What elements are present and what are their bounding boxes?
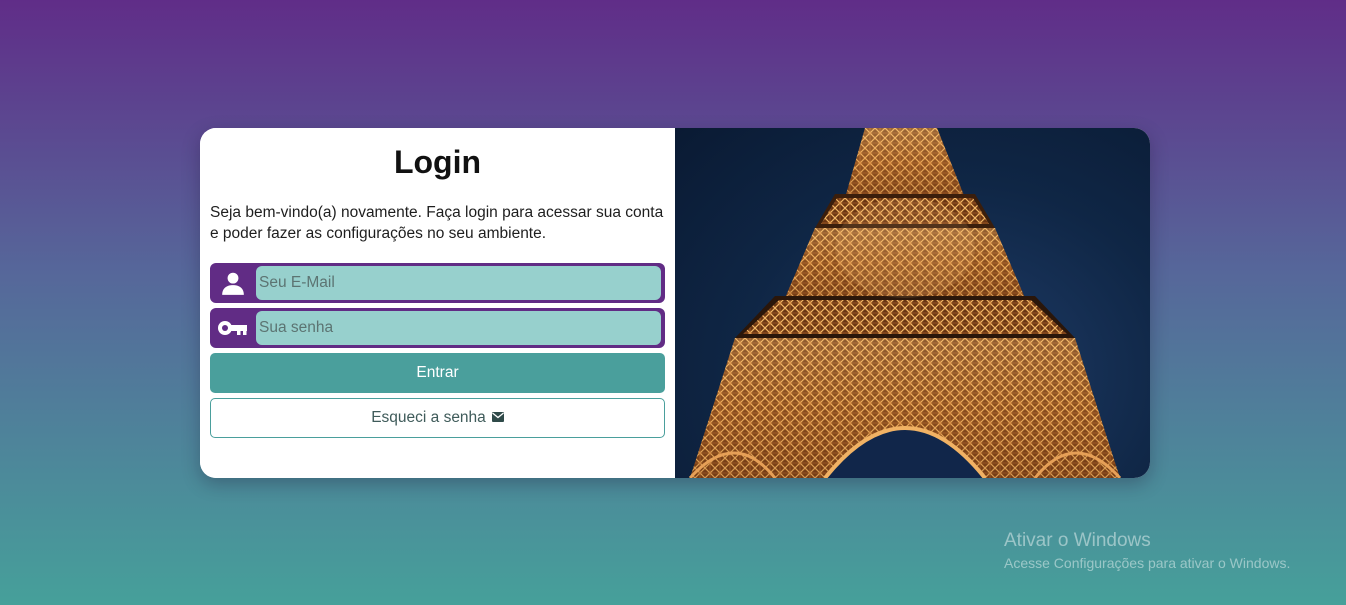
user-icon bbox=[210, 263, 256, 303]
login-card: Login Seja bem-vindo(a) novamente. Faça … bbox=[200, 128, 1150, 478]
envelope-icon bbox=[491, 409, 504, 427]
login-title: Login bbox=[393, 144, 482, 180]
password-input-group bbox=[210, 308, 665, 348]
eiffel-tower-image bbox=[675, 128, 1150, 478]
login-form-panel: Login Seja bem-vindo(a) novamente. Faça … bbox=[200, 128, 675, 478]
password-input[interactable] bbox=[256, 311, 661, 345]
watermark-subtitle: Acesse Configurações para ativar o Windo… bbox=[1004, 555, 1291, 571]
forgot-password-button[interactable]: Esqueci a senha bbox=[210, 398, 665, 438]
watermark-title: Ativar o Windows bbox=[1004, 530, 1151, 551]
email-input[interactable] bbox=[256, 266, 661, 300]
email-input-group bbox=[210, 263, 665, 303]
login-button[interactable]: Entrar bbox=[210, 353, 665, 393]
welcome-text: Seja bem-vindo(a) novamente. Faça login … bbox=[210, 204, 664, 242]
key-icon bbox=[210, 308, 256, 348]
forgot-password-label: Esqueci a senha bbox=[371, 409, 486, 426]
windows-activation-watermark: Ativar o Windows Acesse Configurações pa… bbox=[1004, 529, 1290, 573]
